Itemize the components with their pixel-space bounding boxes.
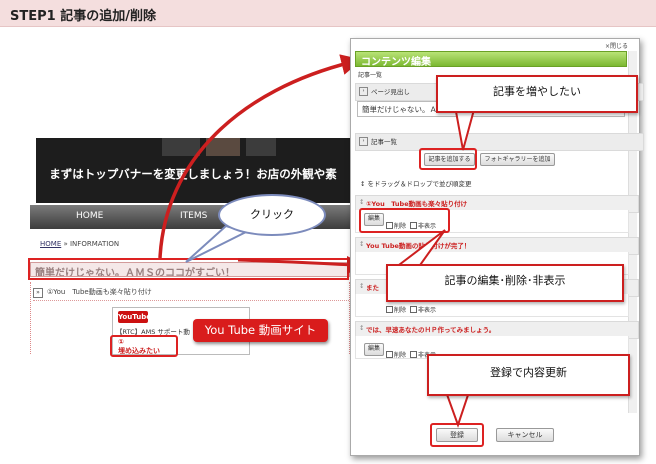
register-callout: 登録で内容更新: [427, 354, 630, 396]
edit-callout: 記事の編集･削除･非表示: [386, 264, 624, 302]
add-callout: 記事を増やしたい: [436, 75, 638, 113]
click-bubble-pointer: [185, 224, 249, 263]
click-bubble: クリック: [218, 194, 326, 236]
edit-callout-pointer: [392, 229, 446, 269]
